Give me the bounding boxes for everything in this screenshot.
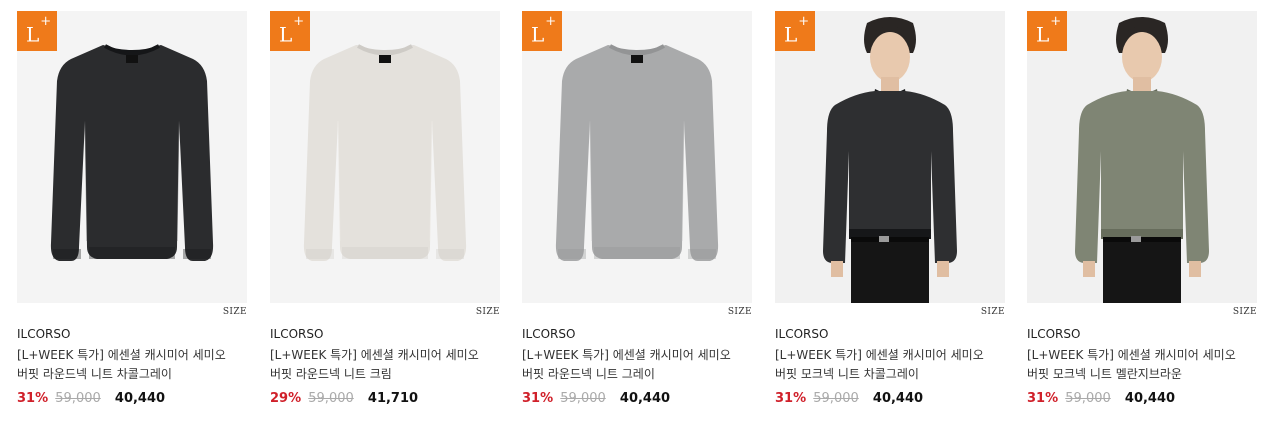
- original-price: 59,000: [308, 391, 354, 406]
- price-row: 31% 59,000 40,440: [17, 391, 165, 406]
- price-row: 31% 59,000 40,440: [522, 391, 670, 406]
- product-name-line-2: 버핏 모크넥 니트 멜란지브라운: [1027, 367, 1182, 381]
- product-name[interactable]: [L+WEEK 특가] 에센셜 캐시미어 세미오 버핏 모크넥 니트 차콜그레이: [775, 346, 1005, 384]
- size-link[interactable]: SIZE: [728, 307, 752, 317]
- product-name[interactable]: [L+WEEK 특가] 에센셜 캐시미어 세미오 버핏 라운드넥 니트 크림: [270, 346, 500, 384]
- sweater-image: [50, 44, 214, 261]
- brand-name: ILCORSO: [775, 327, 829, 341]
- discount-rate: 31%: [522, 391, 554, 406]
- product-card[interactable]: L+ SIZE ILCORSO [L+WEEK 특가] 에센셜 캐시미어 세미오…: [522, 11, 752, 406]
- size-link[interactable]: SIZE: [981, 307, 1005, 317]
- sweater-image: [555, 44, 719, 261]
- price-row: 31% 59,000 40,440: [1027, 391, 1175, 406]
- brand-name: ILCORSO: [17, 327, 71, 341]
- product-name-line-1: [L+WEEK 특가] 에센셜 캐시미어 세미오: [1027, 348, 1236, 362]
- product-name-line-1: [L+WEEK 특가] 에센셜 캐시미어 세미오: [775, 348, 984, 362]
- original-price: 59,000: [1065, 391, 1111, 406]
- product-card[interactable]: L+ SIZE ILCORSO [L+WEEK 특가] 에센셜 캐시미어 세미오…: [17, 11, 247, 406]
- size-link[interactable]: SIZE: [223, 307, 247, 317]
- l-plus-badge: L+: [17, 11, 57, 51]
- product-card[interactable]: L+ SIZE ILCORSO [L+WEEK 특가] 에센셜 캐시미어 세미오…: [1027, 11, 1257, 406]
- product-name-line-2: 버핏 라운드넥 니트 크림: [270, 367, 392, 381]
- brand-name: ILCORSO: [1027, 327, 1081, 341]
- brand-name: ILCORSO: [522, 327, 576, 341]
- discount-rate: 31%: [17, 391, 49, 406]
- product-image[interactable]: L+: [270, 11, 500, 303]
- size-link[interactable]: SIZE: [1233, 307, 1257, 317]
- sale-price: 40,440: [872, 391, 924, 406]
- product-name-line-2: 버핏 라운드넥 니트 그레이: [522, 367, 655, 381]
- product-name-line-2: 버핏 모크넥 니트 차콜그레이: [775, 367, 919, 381]
- product-image[interactable]: L+: [17, 11, 247, 303]
- discount-rate: 31%: [775, 391, 807, 406]
- price-row: 29% 59,000 41,710: [270, 391, 418, 406]
- l-plus-badge: L+: [1027, 11, 1067, 51]
- discount-rate: 31%: [1027, 391, 1059, 406]
- sale-price: 40,440: [619, 391, 671, 406]
- model-image: [1027, 11, 1257, 303]
- product-grid: L+ SIZE ILCORSO [L+WEEK 특가] 에센셜 캐시미어 세미오…: [0, 0, 1261, 440]
- original-price: 59,000: [560, 391, 606, 406]
- product-name-line-1: [L+WEEK 특가] 에센셜 캐시미어 세미오: [270, 348, 479, 362]
- sale-price: 41,710: [367, 391, 419, 406]
- product-image[interactable]: L+: [775, 11, 1005, 303]
- l-plus-badge: L+: [775, 11, 815, 51]
- product-name-line-1: [L+WEEK 특가] 에센셜 캐시미어 세미오: [17, 348, 226, 362]
- size-link[interactable]: SIZE: [476, 307, 500, 317]
- l-plus-badge: L+: [270, 11, 310, 51]
- product-name-line-1: [L+WEEK 특가] 에센셜 캐시미어 세미오: [522, 348, 731, 362]
- product-card[interactable]: L+ SIZE ILCORSO [L+WEEK 특가] 에센셜 캐시미어 세미오…: [775, 11, 1005, 406]
- original-price: 59,000: [55, 391, 101, 406]
- product-name[interactable]: [L+WEEK 특가] 에센셜 캐시미어 세미오 버핏 모크넥 니트 멜란지브라…: [1027, 346, 1257, 384]
- sweater-image: [303, 44, 467, 261]
- product-name-line-2: 버핏 라운드넥 니트 차콜그레이: [17, 367, 172, 381]
- discount-rate: 29%: [270, 391, 302, 406]
- product-image[interactable]: L+: [1027, 11, 1257, 303]
- model-image: [775, 11, 1005, 303]
- brand-name: ILCORSO: [270, 327, 324, 341]
- product-card[interactable]: L+ SIZE ILCORSO [L+WEEK 특가] 에센셜 캐시미어 세미오…: [270, 11, 500, 406]
- l-plus-badge: L+: [522, 11, 562, 51]
- original-price: 59,000: [813, 391, 859, 406]
- product-image[interactable]: L+: [522, 11, 752, 303]
- product-name[interactable]: [L+WEEK 특가] 에센셜 캐시미어 세미오 버핏 라운드넥 니트 그레이: [522, 346, 752, 384]
- sale-price: 40,440: [1124, 391, 1176, 406]
- product-name[interactable]: [L+WEEK 특가] 에센셜 캐시미어 세미오 버핏 라운드넥 니트 차콜그레…: [17, 346, 247, 384]
- price-row: 31% 59,000 40,440: [775, 391, 923, 406]
- sale-price: 40,440: [114, 391, 166, 406]
